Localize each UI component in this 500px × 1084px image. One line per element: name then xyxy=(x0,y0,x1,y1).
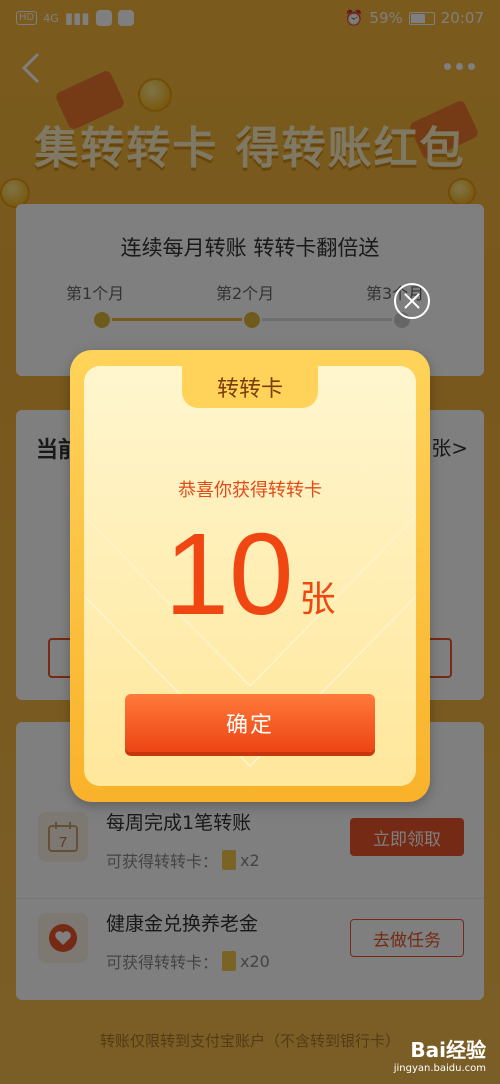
reward-unit: 张 xyxy=(299,579,336,620)
close-button[interactable] xyxy=(394,283,430,319)
watermark: Bai经验 jingyan.baidu.com xyxy=(394,1034,486,1074)
confirm-button[interactable]: 确定 xyxy=(125,694,375,752)
reward-amount: 10 张 xyxy=(84,516,416,632)
reward-number: 10 xyxy=(164,509,294,639)
modal-subtitle: 恭喜你获得转转卡 xyxy=(178,480,322,501)
modal-tab-title: 转转卡 xyxy=(182,366,318,408)
watermark-url: jingyan.baidu.com xyxy=(393,1063,486,1074)
reward-modal: 转转卡 恭喜你获得转转卡 10 张 确定 xyxy=(70,350,430,802)
watermark-brand: Bai经验 xyxy=(410,1038,486,1062)
reward-modal-body: 转转卡 恭喜你获得转转卡 10 张 确定 xyxy=(84,366,416,786)
